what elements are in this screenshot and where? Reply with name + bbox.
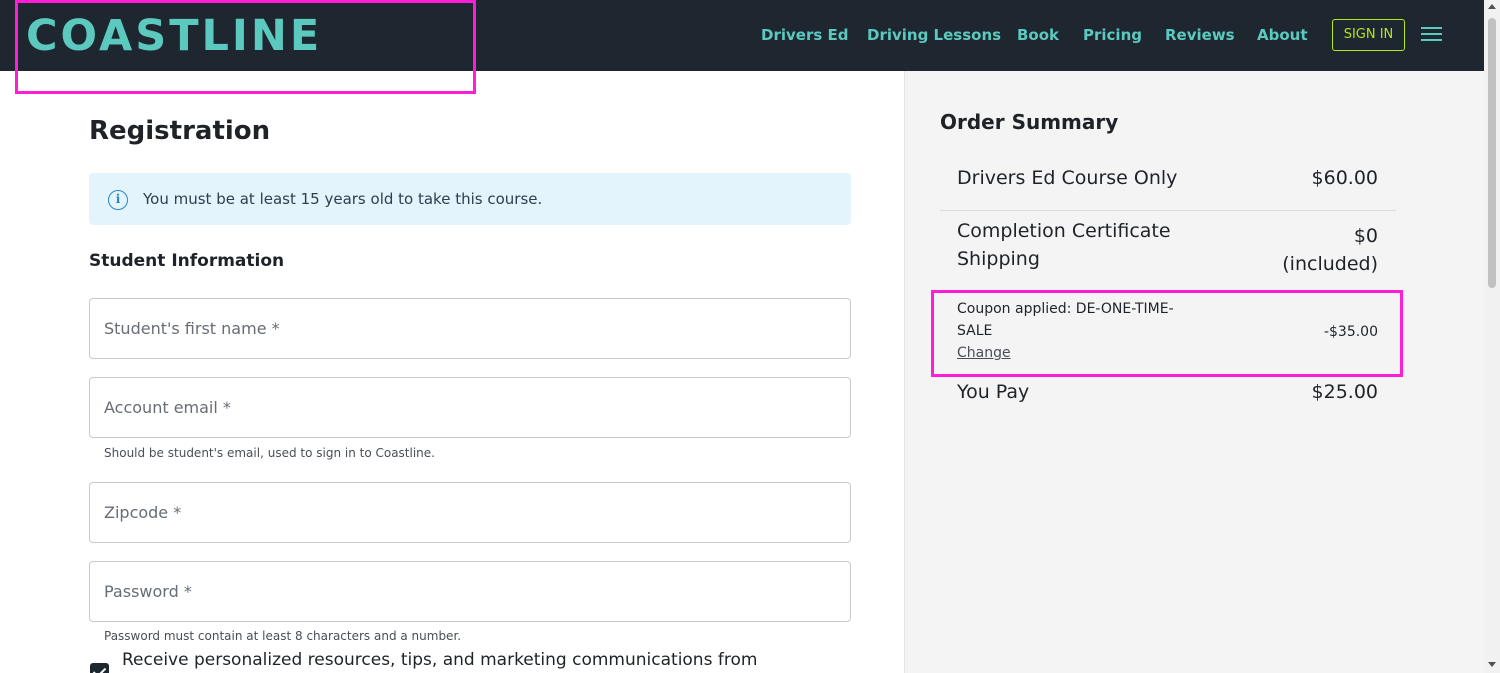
shipping-item-price: $0 [1353, 225, 1378, 247]
course-item-label: Drivers Ed Course Only [957, 167, 1178, 189]
nav-driving-lessons[interactable]: Driving Lessons [867, 24, 1001, 46]
first-name-field[interactable] [89, 298, 851, 359]
age-notice-text: You must be at least 15 years old to tak… [143, 190, 543, 208]
page-scrollbar[interactable] [1484, 0, 1500, 673]
shipping-item-included: (included) [1282, 253, 1378, 275]
password-input[interactable] [90, 562, 850, 621]
coupon-highlight-box [931, 290, 1403, 377]
zipcode-input[interactable] [90, 483, 850, 542]
nav-about[interactable]: About [1257, 24, 1308, 46]
info-icon: i [108, 190, 128, 210]
email-helper-text: Should be student's email, used to sign … [104, 446, 435, 460]
zipcode-field[interactable] [89, 482, 851, 543]
shipping-item-label-line1: Completion Certificate [957, 220, 1171, 242]
scroll-thumb[interactable] [1488, 18, 1496, 288]
marketing-consent-label: Receive personalized resources, tips, an… [122, 650, 758, 670]
order-summary-title: Order Summary [940, 110, 1119, 134]
nav-reviews[interactable]: Reviews [1165, 24, 1235, 46]
nav-book[interactable]: Book [1017, 24, 1059, 46]
logo-highlight-box [15, 0, 476, 94]
first-name-input[interactable] [90, 299, 850, 358]
account-email-field[interactable] [89, 377, 851, 438]
hamburger-menu-icon[interactable] [1421, 27, 1442, 43]
you-pay-total: $25.00 [1311, 381, 1378, 403]
scroll-up-arrow-icon[interactable] [1488, 4, 1496, 9]
page-title: Registration [89, 116, 271, 146]
marketing-consent-checkbox[interactable] [90, 663, 109, 673]
sign-in-button[interactable]: SIGN IN [1332, 19, 1405, 51]
password-helper-text: Password must contain at least 8 charact… [104, 629, 462, 643]
you-pay-label: You Pay [957, 381, 1030, 403]
shipping-item-label-line2: Shipping [957, 248, 1040, 270]
nav-drivers-ed[interactable]: Drivers Ed [761, 24, 848, 46]
student-information-heading: Student Information [89, 251, 285, 271]
scroll-down-arrow-icon[interactable] [1488, 662, 1496, 667]
age-notice: i You must be at least 15 years old to t… [89, 173, 851, 225]
nav-pricing[interactable]: Pricing [1083, 24, 1142, 46]
password-field[interactable] [89, 561, 851, 622]
summary-divider [940, 210, 1396, 211]
course-item-price: $60.00 [1311, 167, 1378, 189]
account-email-input[interactable] [90, 378, 850, 437]
